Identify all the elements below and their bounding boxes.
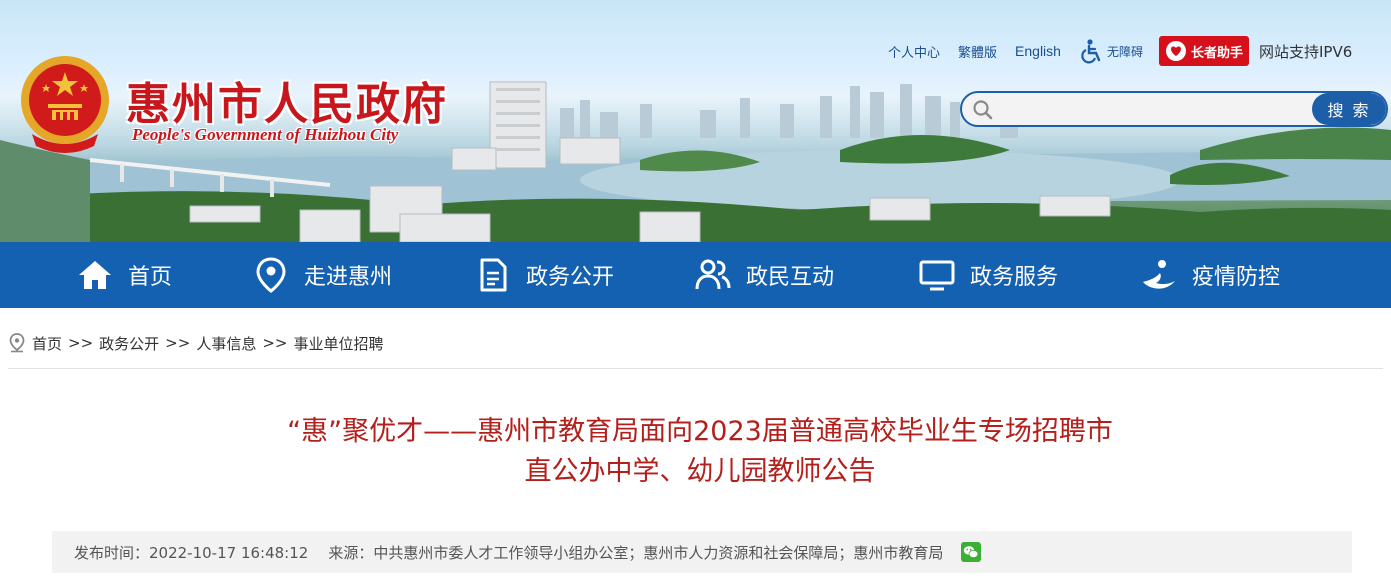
nav-label-about-huizhou: 走进惠州 bbox=[304, 265, 393, 290]
site-title: 惠州市人民政府 bbox=[126, 79, 448, 130]
nav-item-interaction[interactable]: 政民互动 bbox=[694, 242, 834, 308]
nav-label-gov-services: 政务服务 bbox=[970, 265, 1059, 290]
nav-label-interaction: 政民互动 bbox=[746, 265, 835, 290]
personal-center-link[interactable]: 个人中心 bbox=[888, 42, 940, 61]
search-button[interactable]: 搜 索 bbox=[1312, 93, 1386, 125]
breadcrumb-gov-affairs[interactable]: 政务公开 bbox=[99, 333, 159, 354]
nav-item-epidemic[interactable]: 疫情防控 bbox=[1140, 242, 1280, 308]
location-icon bbox=[9, 333, 25, 353]
breadcrumb-personnel-info[interactable]: 人事信息 bbox=[196, 333, 256, 354]
wheelchair-icon bbox=[1081, 39, 1101, 64]
publish-time: 发布时间：2022-10-17 16:48:12 bbox=[74, 543, 309, 562]
location-pin-icon bbox=[256, 257, 286, 293]
people-icon bbox=[695, 259, 731, 290]
home-icon bbox=[79, 261, 111, 289]
accessibility-link[interactable]: 无障碍 bbox=[1079, 38, 1143, 64]
breadcrumb-separator: >> bbox=[165, 334, 191, 352]
breadcrumb-recruitment[interactable]: 事业单位招聘 bbox=[293, 333, 383, 354]
elder-assistant-label: 长者助手 bbox=[1190, 45, 1243, 61]
ipv6-support-text: 网站支持IPV6 bbox=[1258, 42, 1353, 61]
nav-item-gov-services[interactable]: 政务服务 bbox=[918, 242, 1058, 308]
breadcrumb-separator: >> bbox=[68, 334, 94, 352]
site-subtitle: People's Government of Huizhou City bbox=[132, 125, 399, 144]
article-title: “惠”聚优才——惠州市教育局面向2023届普通高校毕业生专场招聘市 直公办中学、… bbox=[200, 412, 1200, 492]
accessibility-label: 无障碍 bbox=[1106, 44, 1143, 59]
search-input[interactable] bbox=[1000, 93, 1310, 125]
article-meta-bar: 发布时间：2022-10-17 16:48:12 来源：中共惠州市委人才工作领导… bbox=[52, 531, 1352, 573]
elder-heart-icon bbox=[1165, 41, 1186, 61]
nav-item-about-huizhou[interactable]: 走进惠州 bbox=[252, 242, 392, 308]
english-link[interactable]: English bbox=[1015, 43, 1061, 59]
wechat-icon[interactable] bbox=[961, 542, 982, 562]
nav-item-home[interactable]: 首页 bbox=[76, 242, 172, 308]
search-box: 搜 索 bbox=[960, 91, 1388, 127]
nav-item-gov-affairs[interactable]: 政务公开 bbox=[474, 242, 614, 308]
elder-assistant-button[interactable]: 长者助手 bbox=[1158, 36, 1249, 66]
breadcrumb: 首页 >> 政务公开 >> 人事信息 >> 事业单位招聘 bbox=[8, 332, 383, 354]
top-links-bar: 个人中心 繁體版 English 无障碍 长者助手 网站支持IPV6 bbox=[888, 36, 1353, 66]
main-nav: 首页 走进惠州 政务公开 政民互动 政务服务 疫情防控 bbox=[0, 242, 1391, 308]
document-icon bbox=[480, 258, 507, 292]
breadcrumb-separator: >> bbox=[262, 334, 288, 352]
monitor-icon bbox=[919, 260, 955, 291]
health-hand-icon bbox=[1143, 260, 1175, 289]
breadcrumb-divider bbox=[8, 368, 1383, 369]
nav-label-epidemic: 疫情防控 bbox=[1192, 265, 1281, 290]
search-icon bbox=[973, 100, 993, 120]
nav-label-home: 首页 bbox=[128, 265, 173, 290]
nav-label-gov-affairs: 政务公开 bbox=[526, 265, 615, 290]
article-title-line1: “惠”聚优才——惠州市教育局面向2023届普通高校毕业生专场招聘市 bbox=[287, 416, 1113, 447]
header-banner: 惠州市人民政府 People's Government of Huizhou C… bbox=[0, 0, 1391, 242]
national-emblem-logo bbox=[21, 56, 109, 153]
traditional-chinese-link[interactable]: 繁體版 bbox=[958, 42, 997, 61]
article-source: 来源：中共惠州市委人才工作领导小组办公室；惠州市人力资源和社会保障局；惠州市教育… bbox=[328, 543, 944, 562]
article-title-line2: 直公办中学、幼儿园教师公告 bbox=[524, 456, 876, 487]
breadcrumb-home[interactable]: 首页 bbox=[32, 333, 62, 354]
